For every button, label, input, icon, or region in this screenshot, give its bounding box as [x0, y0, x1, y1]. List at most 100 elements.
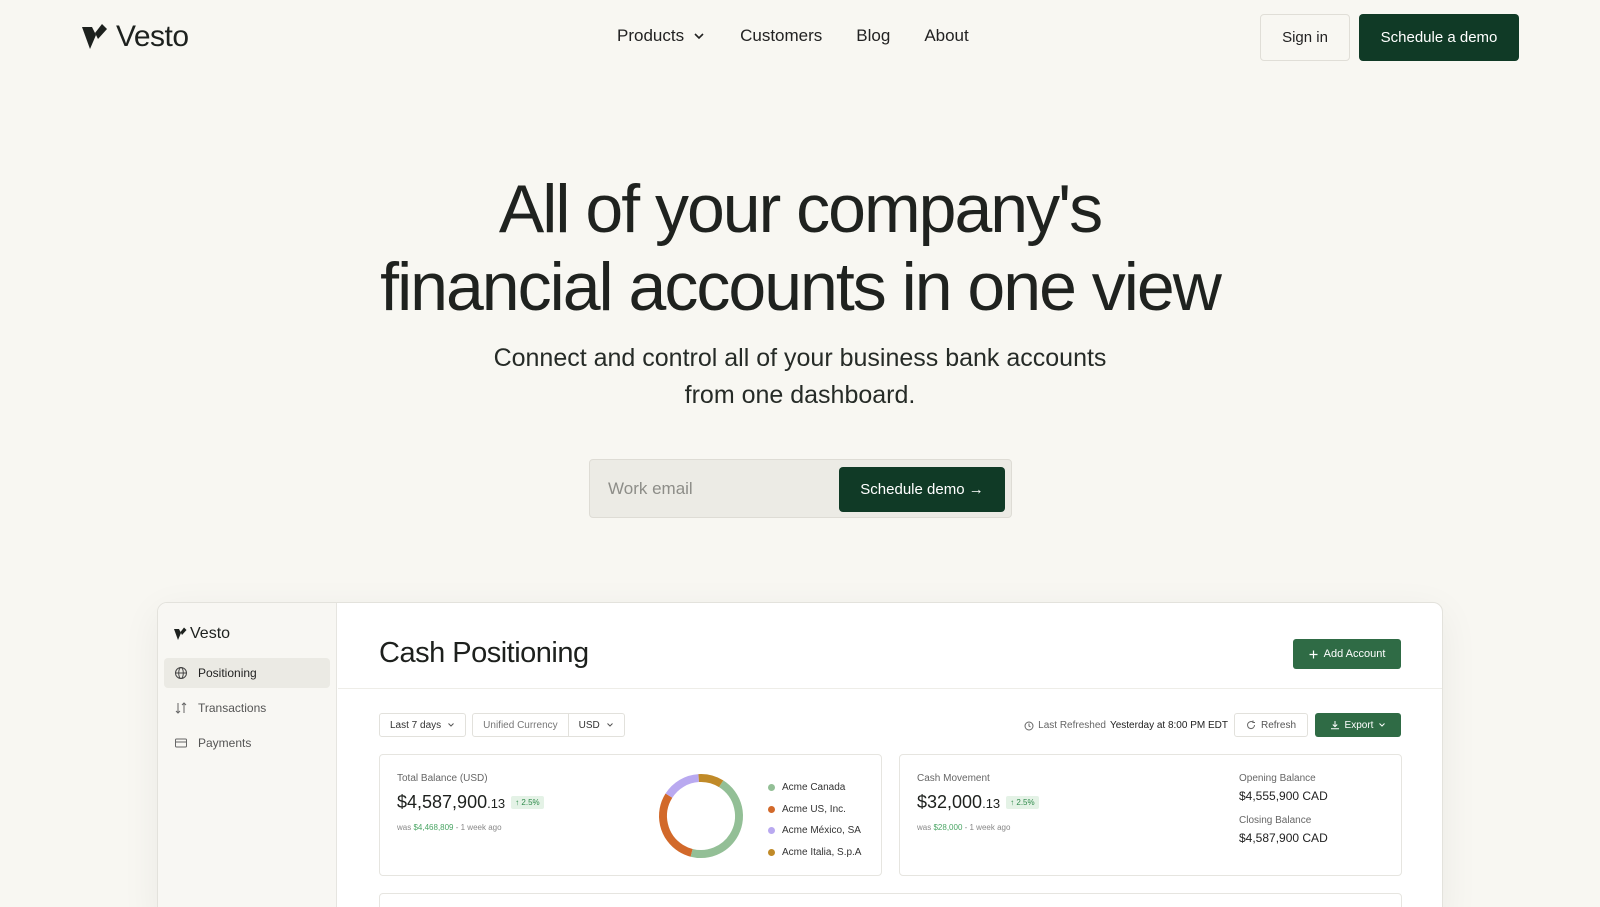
nav-link-label: Customers	[740, 26, 823, 45]
total-balance-amount: $4,587,900 .13 ↑ 2.5%	[397, 792, 544, 813]
last-refreshed: Last Refreshed Yesterday at 8:00 PM EDT	[1024, 720, 1228, 731]
nav-link-label: Products	[617, 26, 685, 45]
filters-bar: Last 7 days Unified Currency USD	[379, 713, 625, 737]
sort-arrows-icon	[175, 702, 187, 714]
was-value: $28,000	[933, 823, 963, 832]
nav-links: Products Customers Blog About	[617, 26, 969, 46]
total-balance-card: Total Balance (USD) $4,587,900 .13 ↑ 2.5…	[379, 754, 882, 876]
app-sidebar: Vesto Positioning Transactions Payments	[158, 603, 337, 907]
nav-link-products[interactable]: Products	[617, 26, 706, 46]
chevron-down-icon	[694, 33, 704, 40]
date-range-select[interactable]: Last 7 days	[379, 713, 467, 737]
donut-slice-0	[659, 774, 743, 858]
logo[interactable]: Vesto	[80, 20, 189, 54]
globe-icon	[175, 667, 187, 679]
nav-link-blog[interactable]: Blog	[856, 26, 890, 46]
previous-balance: was $4,468,809 - 1 week ago	[397, 823, 502, 832]
export-label: Export	[1344, 719, 1374, 731]
was-prefix: was	[397, 823, 412, 832]
legend-item: Acme US, Inc.	[768, 799, 861, 821]
accounts-legend: Acme Canada Acme US, Inc. Acme México, SA A…	[768, 777, 861, 863]
sidebar-item-payments[interactable]: Payments	[164, 728, 330, 758]
donut-slice-2	[659, 774, 743, 858]
sidebar-item-label: Positioning	[198, 666, 257, 680]
legend-dot	[768, 784, 775, 792]
donut-slice-3	[659, 774, 743, 858]
app-logo[interactable]: Vesto	[173, 625, 230, 643]
last-refreshed-label: Last Refreshed	[1038, 720, 1106, 731]
currency-mode-select[interactable]: Unified Currency	[472, 713, 569, 737]
sidebar-item-label: Payments	[198, 736, 252, 750]
page-title: Cash Positioning	[379, 637, 589, 669]
currency-select[interactable]: USD	[568, 713, 625, 737]
app-header: Cash Positioning Add Account	[338, 603, 1442, 689]
chevron-down-icon	[606, 723, 613, 727]
app-logo-text: Vesto	[190, 625, 231, 642]
add-account-label: Add Account	[1323, 648, 1386, 660]
legend-item: Acme Italia, S.p.A	[768, 842, 861, 864]
legend-label: Acme US, Inc.	[782, 803, 846, 815]
cash-movement-label: Cash Movement	[917, 773, 990, 784]
change-badge: ↑ 2.5%	[511, 796, 544, 809]
hero-subtitle: Connect and control all of your business…	[0, 340, 1600, 414]
work-email-input[interactable]	[608, 476, 828, 502]
clock-icon	[1024, 721, 1034, 730]
signup-form: Schedule demo →	[589, 459, 1012, 518]
nav-link-about[interactable]: About	[924, 26, 968, 46]
was-suffix: - 1 week ago	[455, 823, 502, 832]
opening-balance-label: Opening Balance	[1239, 773, 1316, 784]
previous-movement: was $28,000 - 1 week ago	[917, 823, 1010, 832]
card-icon	[175, 738, 187, 748]
hero-title-line: All of your company's	[498, 171, 1103, 247]
nav-link-label: About	[924, 26, 969, 45]
amount-cents: .13	[982, 796, 1001, 811]
refresh-icon	[1246, 720, 1255, 730]
hero-title-line: financial accounts in one view	[380, 249, 1222, 325]
currency-value: USD	[578, 719, 600, 731]
schedule-demo-submit-button[interactable]: Schedule demo →	[839, 467, 1005, 512]
cash-movement-amount: $32,000 .13 ↑ 2.5%	[917, 792, 1039, 813]
top-nav: Vesto Products Customers Blog About Sign…	[0, 0, 1600, 74]
legend-dot	[768, 827, 775, 835]
chevron-down-icon	[1379, 723, 1386, 727]
amount-dollars: $32,000	[917, 792, 983, 812]
cash-movement-card: Cash Movement $32,000 .13 ↑ 2.5% was $28…	[899, 754, 1402, 876]
legend-label: Acme Canada	[782, 782, 846, 794]
sidebar-item-label: Transactions	[198, 701, 267, 715]
closing-balance: Closing Balance $4,587,900 CAD	[1239, 815, 1328, 845]
legend-dot	[768, 848, 775, 856]
was-suffix: - 1 week ago	[964, 823, 1011, 832]
closing-balance-label: Closing Balance	[1239, 815, 1312, 826]
refresh-button[interactable]: Refresh	[1234, 713, 1308, 737]
legend-label: Acme Italia, S.p.A	[782, 846, 862, 858]
total-balance-label: Total Balance (USD)	[397, 773, 488, 784]
accounts-donut-chart	[659, 774, 743, 858]
legend-label: Acme México, SA	[782, 825, 861, 837]
hero-title: All of your company's financial accounts…	[0, 170, 1600, 326]
nav-link-label: Blog	[856, 26, 891, 45]
dashboard-preview: Vesto Positioning Transactions Payments …	[157, 602, 1443, 907]
sign-in-button[interactable]: Sign in	[1260, 14, 1350, 61]
amount-cents: .13	[487, 796, 506, 811]
donut-slice-1	[659, 774, 743, 858]
opening-balance: Opening Balance $4,555,900 CAD	[1239, 773, 1328, 803]
last-refreshed-value: Yesterday at 8:00 PM EDT	[1109, 720, 1228, 731]
sidebar-item-transactions[interactable]: Transactions	[164, 693, 330, 723]
refresh-label: Refresh	[1260, 719, 1296, 731]
logo-text: Vesto	[116, 20, 189, 53]
add-account-button[interactable]: Add Account	[1293, 639, 1401, 669]
next-card	[379, 893, 1402, 907]
sidebar-item-positioning[interactable]: Positioning	[164, 658, 330, 688]
opening-balance-value: $4,555,900 CAD	[1239, 789, 1328, 803]
nav-link-customers[interactable]: Customers	[740, 26, 822, 46]
change-badge: ↑ 2.5%	[1006, 796, 1039, 809]
export-button[interactable]: Export	[1315, 713, 1401, 737]
amount-dollars: $4,587,900	[397, 792, 488, 812]
hero-subtitle-line: from one dashboard.	[684, 381, 916, 409]
schedule-demo-button[interactable]: Schedule a demo	[1359, 14, 1519, 61]
plus-icon	[1309, 650, 1318, 658]
was-value: $4,468,809	[413, 823, 454, 832]
was-prefix: was	[917, 823, 932, 832]
vesto-logo-icon	[82, 24, 107, 49]
legend-item: Acme México, SA	[768, 820, 861, 842]
